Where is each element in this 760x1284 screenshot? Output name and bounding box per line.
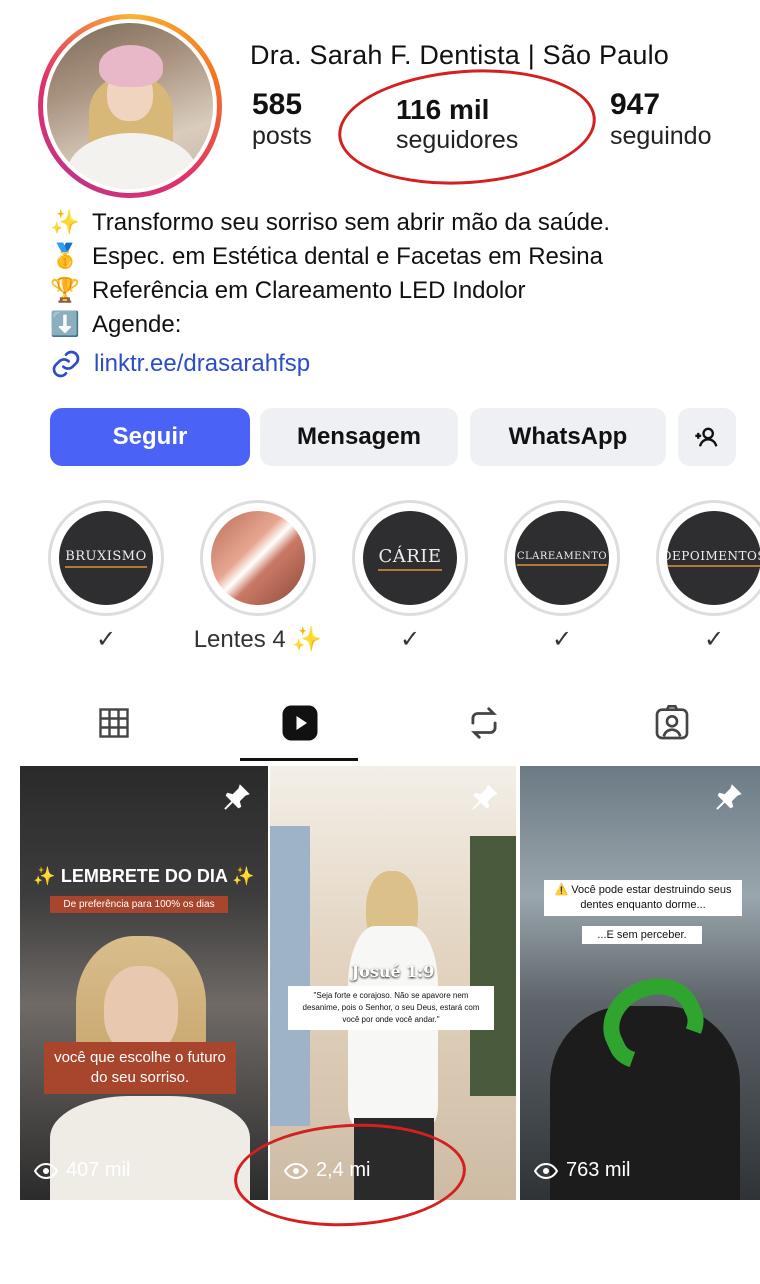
grid-icon (99, 708, 129, 738)
view-count-text: 763 mil (566, 1159, 631, 1181)
bio: ✨ Transformo seu sorriso sem abrir mão da… (50, 206, 610, 342)
stat-value: 585 (252, 88, 303, 121)
highlight-caption: ✓ (95, 626, 117, 653)
highlight-caption: ✓ (551, 626, 573, 653)
medal-icon: 🥇 (50, 243, 80, 270)
reel-tile[interactable]: ✨ LEMBRETE DO DIA ✨ De preferência para … (20, 766, 268, 1200)
whatsapp-button[interactable]: WhatsApp (470, 408, 666, 466)
stat-posts[interactable]: 585 posts (252, 88, 312, 151)
annotation-circle (334, 61, 600, 193)
bio-text: Transformo seu sorriso sem abrir mão da … (92, 209, 610, 236)
add-person-icon (695, 427, 718, 447)
highlight-caption: ✓ (399, 626, 421, 653)
bio-line: ✨ Transformo seu sorriso sem abrir mão da… (50, 206, 610, 240)
profile-name: Dra. Sarah F. Dentista | São Paulo (250, 40, 670, 70)
pin-icon (468, 780, 502, 819)
profile-avatar[interactable] (38, 14, 222, 198)
reel-tile[interactable]: ⚠️ Você pode estar destruindo seus dente… (520, 766, 760, 1200)
bio-text: Agende: (92, 311, 182, 338)
tab-grid[interactable] (54, 690, 174, 756)
highlight-depoimentos[interactable]: DEPOIMENTOS (656, 500, 760, 616)
tab-reposts[interactable] (424, 690, 544, 756)
message-button[interactable]: Mensagem (260, 408, 458, 466)
link-text: linktr.ee/drasarahfsp (94, 350, 311, 377)
reel-text: ⚠️ Você pode estar destruindo seus dente… (544, 880, 742, 916)
stat-value: 947 (610, 88, 661, 121)
reel-caption: você que escolhe o futuro do seu sorriso… (44, 1042, 236, 1094)
reel-title: Josué 1:9 (351, 962, 435, 981)
highlight-title: DEPOIMENTOS (667, 549, 760, 567)
stat-label: seguindo (610, 122, 712, 150)
trophy-icon: 🏆 (50, 277, 80, 304)
reposts-icon (471, 707, 497, 739)
down-arrow-icon: ⬇️ (50, 311, 80, 338)
eye-icon (534, 1162, 558, 1179)
highlight-clareamento[interactable]: CLAREAMENTO (504, 500, 620, 616)
reels-icon (282, 705, 318, 741)
stat-following[interactable]: 947 seguindo (610, 88, 711, 151)
suggested-users-button[interactable] (678, 408, 736, 466)
eye-icon (34, 1162, 58, 1179)
bio-text: Referência em Clareamento LED Indolor (92, 277, 526, 304)
highlight-bruxismo[interactable]: BRUXISMO (48, 500, 164, 616)
tab-tagged[interactable] (612, 690, 732, 756)
reel-subtitle: De preferência para 100% os dias (50, 896, 228, 913)
bio-line: 🥇 Espec. em Estética dental e Facetas em … (50, 240, 610, 274)
stat-label: posts (252, 122, 312, 150)
bio-link[interactable]: linktr.ee/drasarahfsp (50, 348, 310, 380)
bio-line: ⬇️ Agende: (50, 308, 610, 342)
active-tab-indicator (240, 758, 358, 761)
reel-coat (50, 1096, 250, 1200)
sparkles-icon: ✨ (50, 209, 80, 236)
highlight-carie[interactable]: CÁRIE (352, 500, 468, 616)
pin-icon (712, 780, 746, 819)
highlight-title: CLAREAMENTO (516, 551, 608, 566)
follow-button[interactable]: Seguir (50, 408, 250, 466)
reel-text: ...E sem perceber. (582, 926, 702, 944)
highlight-title: CÁRIE (378, 546, 442, 571)
highlight-caption: ✓ (703, 626, 725, 653)
view-count: 763 mil (534, 1159, 630, 1182)
reel-title: ✨ LEMBRETE DO DIA ✨ (33, 866, 255, 886)
view-count-text: 407 mil (66, 1159, 131, 1181)
bio-text: Espec. em Estética dental e Facetas em R… (92, 243, 603, 270)
link-icon (52, 350, 80, 378)
highlight-caption: Lentes 4 ✨ (193, 626, 323, 653)
highlight-title: BRUXISMO (65, 549, 147, 568)
tab-reels[interactable] (240, 690, 360, 756)
bio-line: 🏆 Referência em Clareamento LED Indolor (50, 274, 610, 308)
reel-quote: "Seja forte e corajoso. Não se apavore n… (288, 986, 494, 1030)
view-count: 407 mil (34, 1159, 130, 1182)
pin-icon (220, 780, 254, 819)
highlight-lentes[interactable] (200, 500, 316, 616)
tagged-icon (655, 705, 689, 740)
